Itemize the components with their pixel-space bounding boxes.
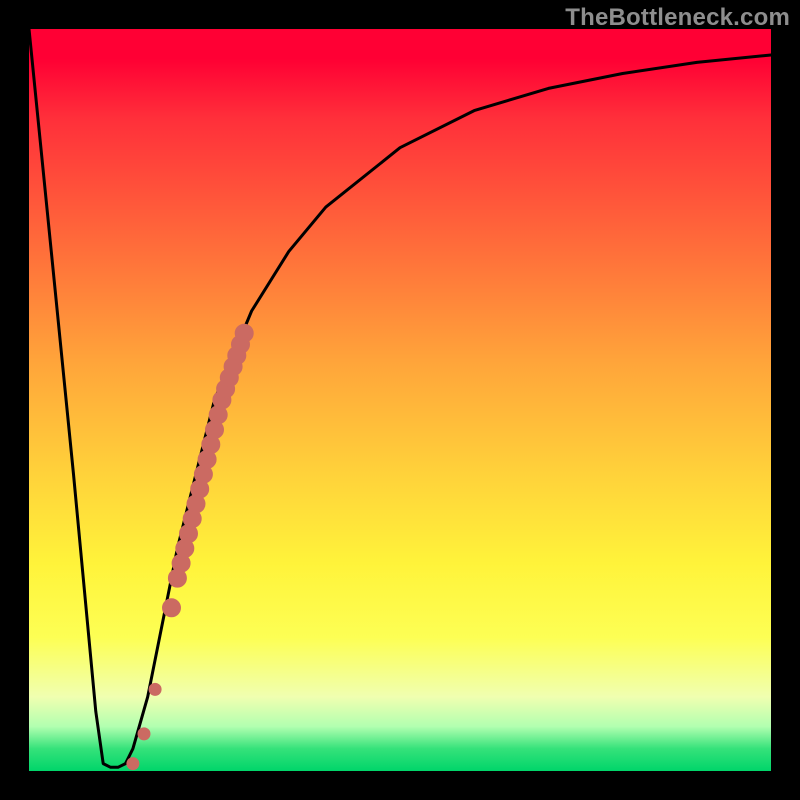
marker-dot [235,324,253,342]
chart-frame: TheBottleneck.com [0,0,800,800]
marker-dot [138,728,150,740]
watermark-text: TheBottleneck.com [565,4,790,32]
marker-dot [127,758,139,770]
plot-area [29,29,771,771]
chart-svg [29,29,771,771]
bottleneck-curve [29,29,771,767]
marker-dot [163,599,181,617]
marker-dot [149,683,161,695]
